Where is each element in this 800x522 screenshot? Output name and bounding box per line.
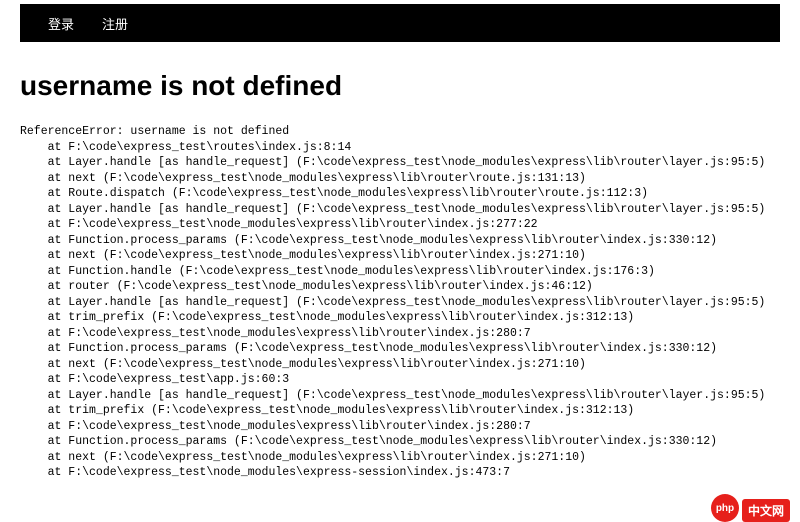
error-header-line: ReferenceError: username is not defined <box>20 125 289 138</box>
error-page: username is not defined ReferenceError: … <box>0 42 800 481</box>
watermark-text: 中文网 <box>742 499 790 522</box>
navbar: 登录 注册 <box>20 4 780 42</box>
login-link[interactable]: 登录 <box>48 14 74 33</box>
error-stack-trace: ReferenceError: username is not defined … <box>20 124 780 481</box>
register-link[interactable]: 注册 <box>102 14 128 33</box>
error-title: username is not defined <box>20 70 780 102</box>
watermark-icon: php <box>711 494 739 522</box>
